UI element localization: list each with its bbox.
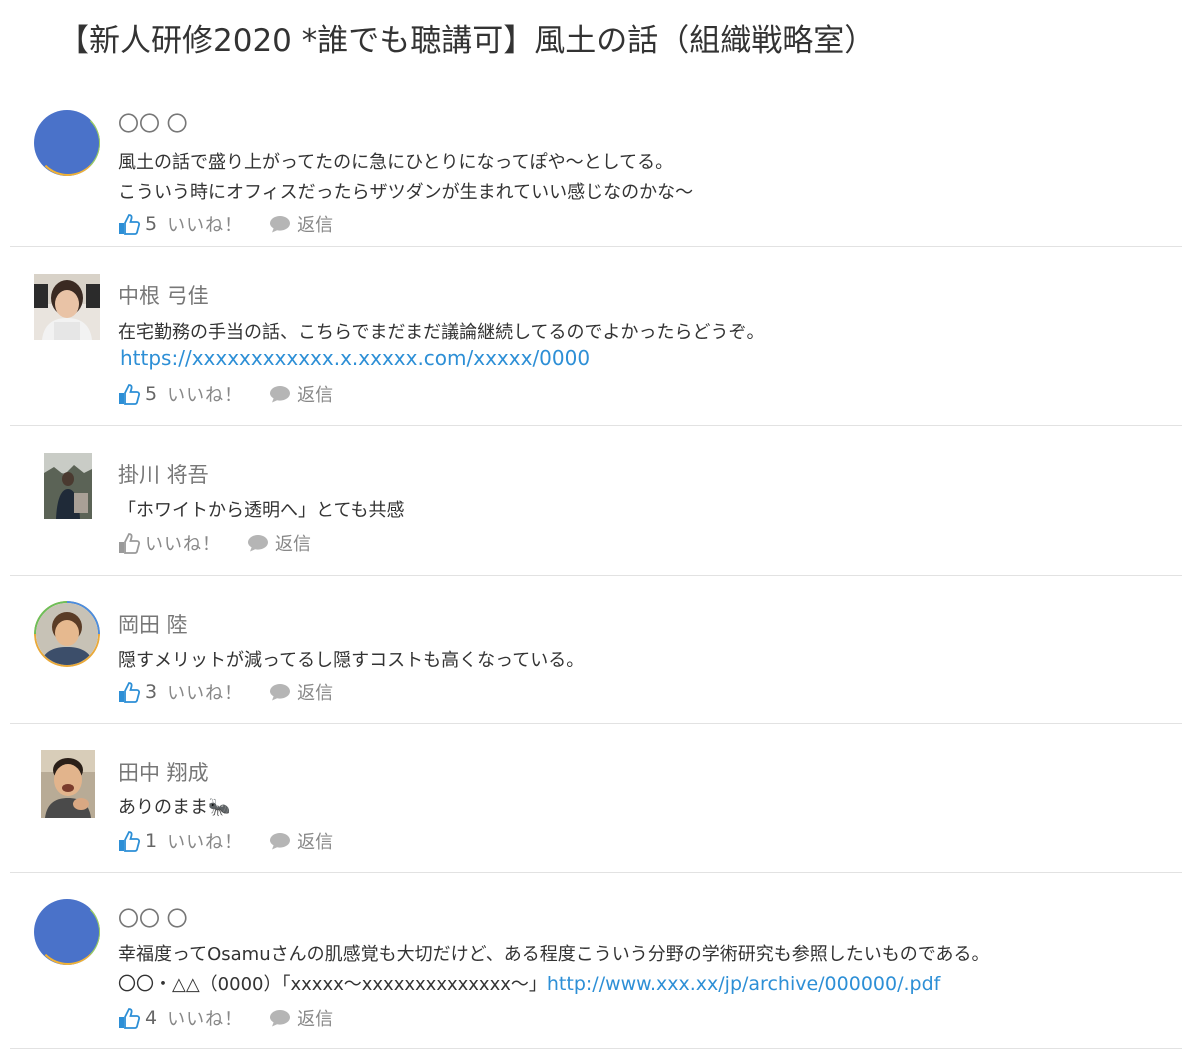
thumbs-up-icon <box>119 533 141 554</box>
avatar-placeholder[interactable] <box>34 899 100 965</box>
thumbs-up-icon <box>119 1008 141 1029</box>
comment-author[interactable]: 〇〇 〇 <box>118 108 188 138</box>
comment-text-line: 風土の話で盛り上がってたのに急にひとりになってぽや〜としてる。 <box>118 152 674 173</box>
comment-citation-line: 〇〇・△△（0000）「xxxxx〜xxxxxxxxxxxxxx〜」http:/… <box>118 970 940 996</box>
comment-item: 掛川 将吾 「ホワイトから透明へ」とても共感 いいね！ 返信 <box>10 425 1182 576</box>
comment-item: 田中 翔成 ありのまま🐜 1 いいね！ 返信 <box>10 723 1182 873</box>
comment-link[interactable]: https://xxxxxxxxxxxx.x.xxxxx.com/xxxxx/0… <box>120 346 590 370</box>
comment-item: 〇〇 〇 風土の話で盛り上がってたのに急にひとりになってぽや〜としてる。 こうい… <box>10 90 1182 247</box>
reply-button[interactable]: 返信 <box>269 828 333 854</box>
reply-label: 返信 <box>297 832 334 853</box>
thumbs-up-icon <box>119 214 141 235</box>
comment-actions: 4 いいね！ 返信 <box>117 1006 333 1030</box>
speech-bubble-icon <box>270 1010 291 1027</box>
thread-title: 【新人研修2020 *誰でも聴講可】風土の話（組織戦略室） <box>58 23 876 59</box>
comment-author[interactable]: 掛川 将吾 <box>118 459 209 489</box>
like-count: 5 <box>145 213 158 235</box>
speech-bubble-icon <box>270 684 291 701</box>
reply-button[interactable]: 返信 <box>269 679 333 705</box>
like-count: 5 <box>145 383 158 405</box>
comment-item: 〇〇 〇 幸福度ってOsamuさんの肌感覚も大切だけど、ある程度こういう分野の学… <box>10 872 1182 1049</box>
like-count: 4 <box>145 1007 158 1029</box>
comment-link-line: https://xxxxxxxxxxxx.x.xxxxx.com/xxxxx/0… <box>120 346 590 370</box>
thumbs-up-icon <box>119 682 141 703</box>
speech-bubble-icon <box>270 386 291 403</box>
avatar-placeholder[interactable] <box>34 110 100 176</box>
comment-actions: 3 いいね！ 返信 <box>117 680 333 704</box>
like-label: いいね！ <box>167 683 244 704</box>
reply-label: 返信 <box>297 215 334 236</box>
like-label: いいね！ <box>167 832 244 853</box>
comment-text-line: 隠すメリットが減ってるし隠すコストも高くなっている。 <box>118 650 585 671</box>
reply-button[interactable]: 返信 <box>269 211 333 237</box>
avatar-photo[interactable] <box>34 274 100 340</box>
comment-text-line: ありのまま🐜 <box>118 797 231 818</box>
avatar-photo[interactable] <box>34 601 100 667</box>
thumbs-up-icon <box>119 384 141 405</box>
citation-link[interactable]: http://www.xxx.xx/jp/archive/000000/.pdf <box>547 973 940 995</box>
like-label: いいね！ <box>167 385 244 406</box>
like-button[interactable]: 5 いいね！ <box>117 381 243 407</box>
comment-text-line: 在宅勤務の手当の話、こちらでまだまだ議論継続してるのでよかったらどうぞ。 <box>118 322 765 343</box>
reply-label: 返信 <box>297 385 334 406</box>
reply-button[interactable]: 返信 <box>269 381 333 407</box>
like-button[interactable]: 4 いいね！ <box>117 1005 243 1031</box>
like-count: 1 <box>145 830 158 852</box>
like-count: 3 <box>145 681 158 703</box>
reply-label: 返信 <box>275 534 311 555</box>
speech-bubble-icon <box>270 833 291 850</box>
avatar-photo[interactable] <box>41 750 95 818</box>
like-button[interactable]: いいね！ <box>117 530 221 556</box>
reply-label: 返信 <box>297 683 334 704</box>
citation-text: 〇〇・△△（0000）「xxxxx〜xxxxxxxxxxxxxx〜」 <box>118 974 547 995</box>
like-label: いいね！ <box>145 534 221 555</box>
comment-item: 中根 弓佳 在宅勤務の手当の話、こちらでまだまだ議論継続してるのでよかったらどう… <box>10 246 1182 426</box>
comment-text-line: 幸福度ってOsamuさんの肌感覚も大切だけど、ある程度こういう分野の学術研究も参… <box>118 944 990 965</box>
thumbs-up-icon <box>119 831 141 852</box>
comment-actions: 5 いいね！ 返信 <box>117 212 333 236</box>
comment-actions: 5 いいね！ 返信 <box>117 382 333 406</box>
comment-actions: 1 いいね！ 返信 <box>117 829 333 853</box>
comment-author[interactable]: 中根 弓佳 <box>118 280 209 310</box>
like-label: いいね！ <box>167 215 244 236</box>
reply-label: 返信 <box>297 1009 334 1030</box>
comment-item: 岡田 陸 隠すメリットが減ってるし隠すコストも高くなっている。 3 いいね！ 返… <box>10 575 1182 724</box>
comment-author[interactable]: 岡田 陸 <box>118 609 188 639</box>
speech-bubble-icon <box>248 535 268 552</box>
comment-author[interactable]: 田中 翔成 <box>118 757 209 787</box>
reply-button[interactable]: 返信 <box>269 1005 333 1031</box>
comment-actions: いいね！ 返信 <box>117 531 311 555</box>
comment-author[interactable]: 〇〇 〇 <box>118 903 188 933</box>
comment-text-line: こういう時にオフィスだったらザツダンが生まれていい感じなのかな〜 <box>118 182 694 203</box>
speech-bubble-icon <box>270 216 291 233</box>
comment-text-line: 「ホワイトから透明へ」とても共感 <box>118 500 405 521</box>
like-label: いいね！ <box>167 1009 244 1030</box>
like-button[interactable]: 1 いいね！ <box>117 828 243 854</box>
avatar-photo[interactable] <box>44 453 92 519</box>
reply-button[interactable]: 返信 <box>247 530 311 556</box>
like-button[interactable]: 5 いいね！ <box>117 211 243 237</box>
like-button[interactable]: 3 いいね！ <box>117 679 243 705</box>
